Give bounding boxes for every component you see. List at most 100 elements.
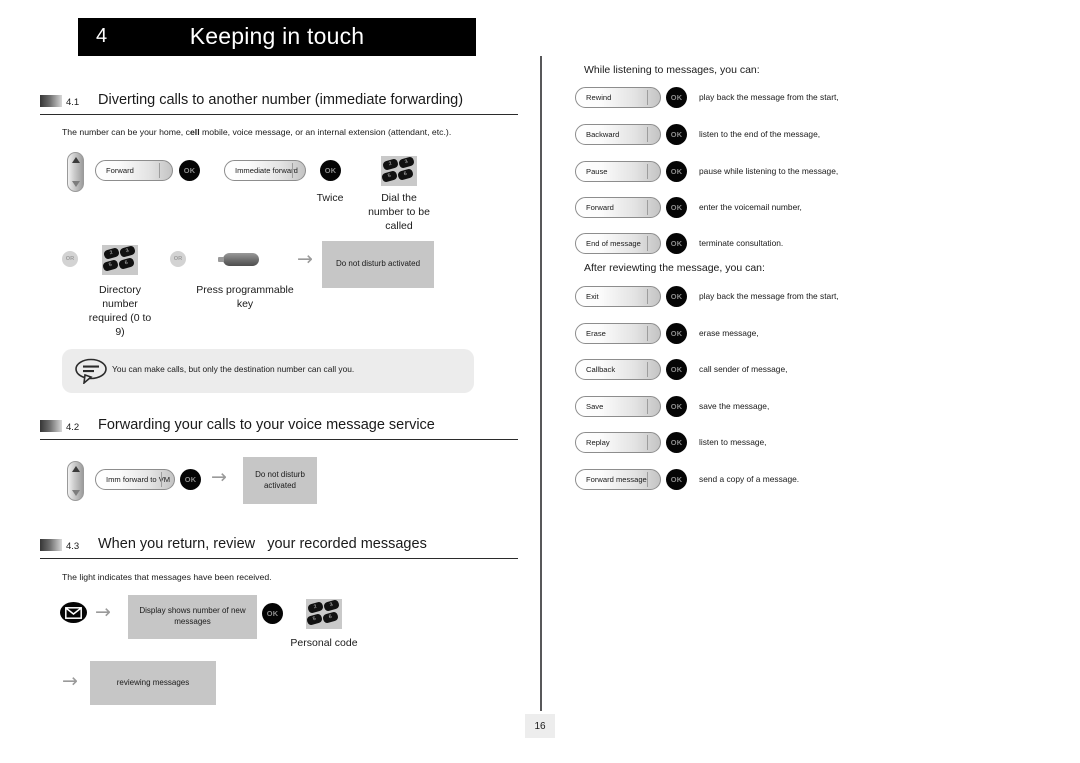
ok-button-end-of-message[interactable]: OK xyxy=(666,233,687,254)
ok-button-exit-label: OK xyxy=(670,292,683,301)
or-separator-2-label: OR xyxy=(173,256,183,262)
intro-bold-part: ell xyxy=(189,127,200,137)
arrow-right-icon-3: → xyxy=(95,601,111,623)
ok-button-forward-label: OK xyxy=(670,203,683,212)
intro-part-1: The number can be your home, c xyxy=(62,127,190,137)
desc-exit: play back the message from the start, xyxy=(699,291,839,301)
softkey-immediate-forward[interactable]: Immediate forward xyxy=(224,160,306,181)
ok-button-pause-label: OK xyxy=(670,167,683,176)
speech-bubble-icon xyxy=(74,358,108,389)
ok-button-callback[interactable]: OK xyxy=(666,359,687,380)
arrow-right-icon: → xyxy=(297,248,313,270)
softkey-forward-right[interactable]: Forward xyxy=(575,197,661,218)
envelope-message-icon[interactable] xyxy=(60,602,87,623)
softkey-backward-label: Backward xyxy=(586,130,620,139)
ok-button-backward-label: OK xyxy=(670,130,683,139)
keypad-key: 3 xyxy=(398,156,415,169)
ok-button-forward-message[interactable]: OK xyxy=(666,469,687,490)
section-marker-bar xyxy=(40,539,62,551)
keypad-icon-dial[interactable]: 2 3 5 6 xyxy=(381,156,417,186)
section-number: 4.2 xyxy=(66,422,80,433)
caption-directory-number: Directory number required (0 to 9) xyxy=(88,284,152,338)
display-reviewing-messages: reviewing messages xyxy=(90,661,216,705)
section-title: Diverting calls to another number (immed… xyxy=(98,92,464,108)
ok-button-replay[interactable]: OK xyxy=(666,432,687,453)
caption-dial-number: Dial the number to be called xyxy=(368,192,430,232)
or-separator-1-label: OR xyxy=(65,256,75,262)
navigator-icon-2[interactable] xyxy=(67,461,84,501)
keypad-icon-directory[interactable]: 2 3 5 6 xyxy=(102,245,138,275)
desc-rewind: play back the message from the start, xyxy=(699,92,839,102)
softkey-forward-message[interactable]: Forward message xyxy=(575,469,661,490)
section-heading-4-1: 4.1 Diverting calls to another number (i… xyxy=(40,92,518,115)
softkey-backward[interactable]: Backward xyxy=(575,124,661,145)
section-marker-bar xyxy=(40,95,62,107)
section-4-3-intro: The light indicates that messages have b… xyxy=(62,572,272,582)
softkey-callback[interactable]: Callback xyxy=(575,359,661,380)
ok-button-save[interactable]: OK xyxy=(666,396,687,417)
section-marker-bar xyxy=(40,420,62,432)
right-heading-listening: While listening to messages, you can: xyxy=(584,64,760,76)
softkey-imm-forward-to-vm-label: Imm forward to VM xyxy=(106,475,171,484)
keypad-key: 6 xyxy=(322,611,339,624)
ok-button-replay-label: OK xyxy=(670,438,683,447)
softkey-erase-label: Erase xyxy=(586,329,606,338)
softkey-immediate-forward-label: Immediate forward xyxy=(235,166,298,175)
ok-button-erase-label: OK xyxy=(670,329,683,338)
display-do-not-disturb-2: Do not disturb activated xyxy=(243,457,317,504)
navigator-icon[interactable] xyxy=(67,152,84,192)
section-heading-4-3: 4.3 When you return, review your recorde… xyxy=(40,536,518,559)
softkey-forward-right-label: Forward xyxy=(586,203,614,212)
keypad-key: 3 xyxy=(119,245,136,258)
keypad-key: 6 xyxy=(397,168,414,181)
ok-button-3[interactable]: OK xyxy=(180,469,201,490)
softkey-rewind[interactable]: Rewind xyxy=(575,87,661,108)
programmable-key-icon[interactable] xyxy=(218,253,259,266)
softkey-forward-message-label: Forward message xyxy=(586,475,647,484)
chapter-banner: 4 Keeping in touch xyxy=(78,18,476,56)
ok-button-pause[interactable]: OK xyxy=(666,161,687,182)
softkey-end-of-message-label: End of message xyxy=(586,239,641,248)
or-separator-2: OR xyxy=(170,251,186,267)
ok-button-erase[interactable]: OK xyxy=(666,323,687,344)
ok-button-1[interactable]: OK xyxy=(179,160,200,181)
or-separator-1: OR xyxy=(62,251,78,267)
softkey-save-label: Save xyxy=(586,402,604,411)
ok-button-3-label: OK xyxy=(184,475,197,484)
desc-end-of-message: terminate consultation. xyxy=(699,238,784,248)
desc-callback: call sender of message, xyxy=(699,364,788,374)
softkey-save[interactable]: Save xyxy=(575,396,661,417)
display-new-messages-count: Display shows number of new messages xyxy=(128,595,257,639)
ok-button-exit[interactable]: OK xyxy=(666,286,687,307)
softkey-end-of-message[interactable]: End of message xyxy=(575,233,661,254)
ok-button-2[interactable]: OK xyxy=(320,160,341,181)
caption-personal-code: Personal code xyxy=(290,637,358,649)
keypad-icon-personal-code[interactable]: 2 3 5 6 xyxy=(306,599,342,629)
desc-save: save the message, xyxy=(699,401,770,411)
softkey-exit[interactable]: Exit xyxy=(575,286,661,307)
ok-button-forward[interactable]: OK xyxy=(666,197,687,218)
softkey-erase[interactable]: Erase xyxy=(575,323,661,344)
section-number: 4.1 xyxy=(66,97,80,108)
desc-replay: listen to message, xyxy=(699,437,767,447)
ok-button-backward[interactable]: OK xyxy=(666,124,687,145)
ok-button-4-label: OK xyxy=(266,609,279,618)
softkey-pause[interactable]: Pause xyxy=(575,161,661,182)
softkey-replay[interactable]: Replay xyxy=(575,432,661,453)
page-number: 16 xyxy=(525,714,555,738)
chapter-title: Keeping in touch xyxy=(189,23,365,49)
ok-button-rewind[interactable]: OK xyxy=(666,87,687,108)
section-title: Forwarding your calls to your voice mess… xyxy=(98,417,435,433)
desc-backward: listen to the end of the message, xyxy=(699,129,821,139)
softkey-forward[interactable]: Forward xyxy=(95,160,173,181)
section-number: 4.3 xyxy=(66,541,80,552)
ok-button-4[interactable]: OK xyxy=(262,603,283,624)
ok-button-1-label: OK xyxy=(183,166,196,175)
caption-twice: Twice xyxy=(316,192,344,204)
keypad-key: 2 xyxy=(103,247,120,260)
softkey-imm-forward-to-vm[interactable]: Imm forward to VM xyxy=(95,469,175,490)
desc-forward: enter the voicemail number, xyxy=(699,202,802,212)
note-box: You can make calls, but only the destina… xyxy=(62,349,474,393)
note-text: You can make calls, but only the destina… xyxy=(112,364,355,374)
softkey-rewind-label: Rewind xyxy=(586,93,612,102)
